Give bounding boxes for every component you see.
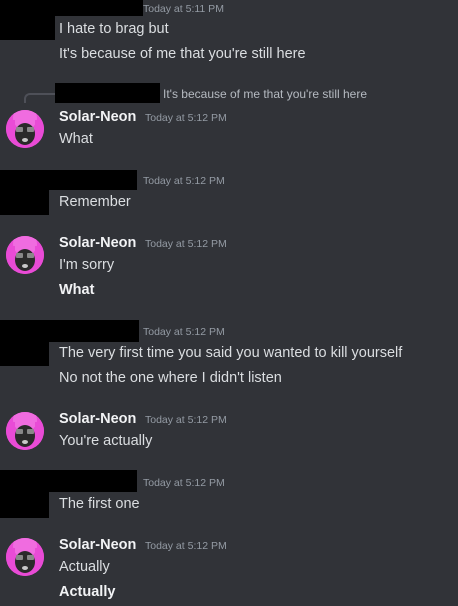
- message-text: No not the one where I didn't listen: [59, 370, 282, 386]
- message-timestamp: Today at 5:12 PM: [143, 477, 225, 489]
- message-text: What: [59, 131, 93, 147]
- solar-neon-avatar[interactable]: [6, 538, 44, 576]
- message-text: Actually: [59, 559, 110, 575]
- reply-preview-text[interactable]: It's because of me that you're still her…: [163, 87, 367, 101]
- author-name[interactable]: Solar-Neon: [59, 108, 136, 126]
- redacted-avatar: [0, 170, 49, 215]
- message-text: Actually: [59, 584, 116, 600]
- author-name[interactable]: Solar-Neon: [59, 234, 136, 252]
- avatar-icon: [6, 538, 44, 576]
- message-text: Remember: [59, 194, 131, 210]
- avatar-icon: [6, 110, 44, 148]
- message-text: The very first time you said you wanted …: [59, 345, 403, 361]
- message-timestamp: Today at 5:12 PM: [143, 175, 225, 187]
- message-text: It's because of me that you're still her…: [59, 46, 306, 62]
- message-text: The first one: [59, 496, 140, 512]
- redacted-username: [55, 0, 143, 16]
- solar-neon-avatar[interactable]: [6, 236, 44, 274]
- redacted-username: [49, 170, 137, 190]
- message-timestamp: Today at 5:12 PM: [143, 326, 225, 338]
- redacted-username: [49, 470, 137, 492]
- message-text: You're actually: [59, 433, 153, 449]
- redacted-avatar: [0, 470, 49, 518]
- avatar-icon: [6, 412, 44, 450]
- solar-neon-avatar[interactable]: [6, 110, 44, 148]
- message-text: I'm sorry: [59, 257, 115, 273]
- message-text: I hate to brag but: [59, 21, 169, 37]
- message-timestamp: Today at 5:11 PM: [143, 3, 224, 15]
- message-timestamp: Today at 5:12 PM: [145, 540, 227, 552]
- solar-neon-avatar[interactable]: [6, 412, 44, 450]
- reply-connector: [24, 93, 56, 103]
- message-timestamp: Today at 5:12 PM: [145, 238, 227, 250]
- message-timestamp: Today at 5:12 PM: [145, 112, 227, 124]
- redacted-reply-username: [55, 83, 160, 103]
- author-name[interactable]: Solar-Neon: [59, 536, 136, 554]
- redacted-avatar-username: [0, 0, 55, 40]
- avatar-icon: [6, 236, 44, 274]
- message-text: What: [59, 282, 95, 298]
- redacted-username: [49, 320, 139, 342]
- message-timestamp: Today at 5:12 PM: [145, 414, 227, 426]
- redacted-avatar: [0, 320, 49, 366]
- author-name[interactable]: Solar-Neon: [59, 410, 136, 428]
